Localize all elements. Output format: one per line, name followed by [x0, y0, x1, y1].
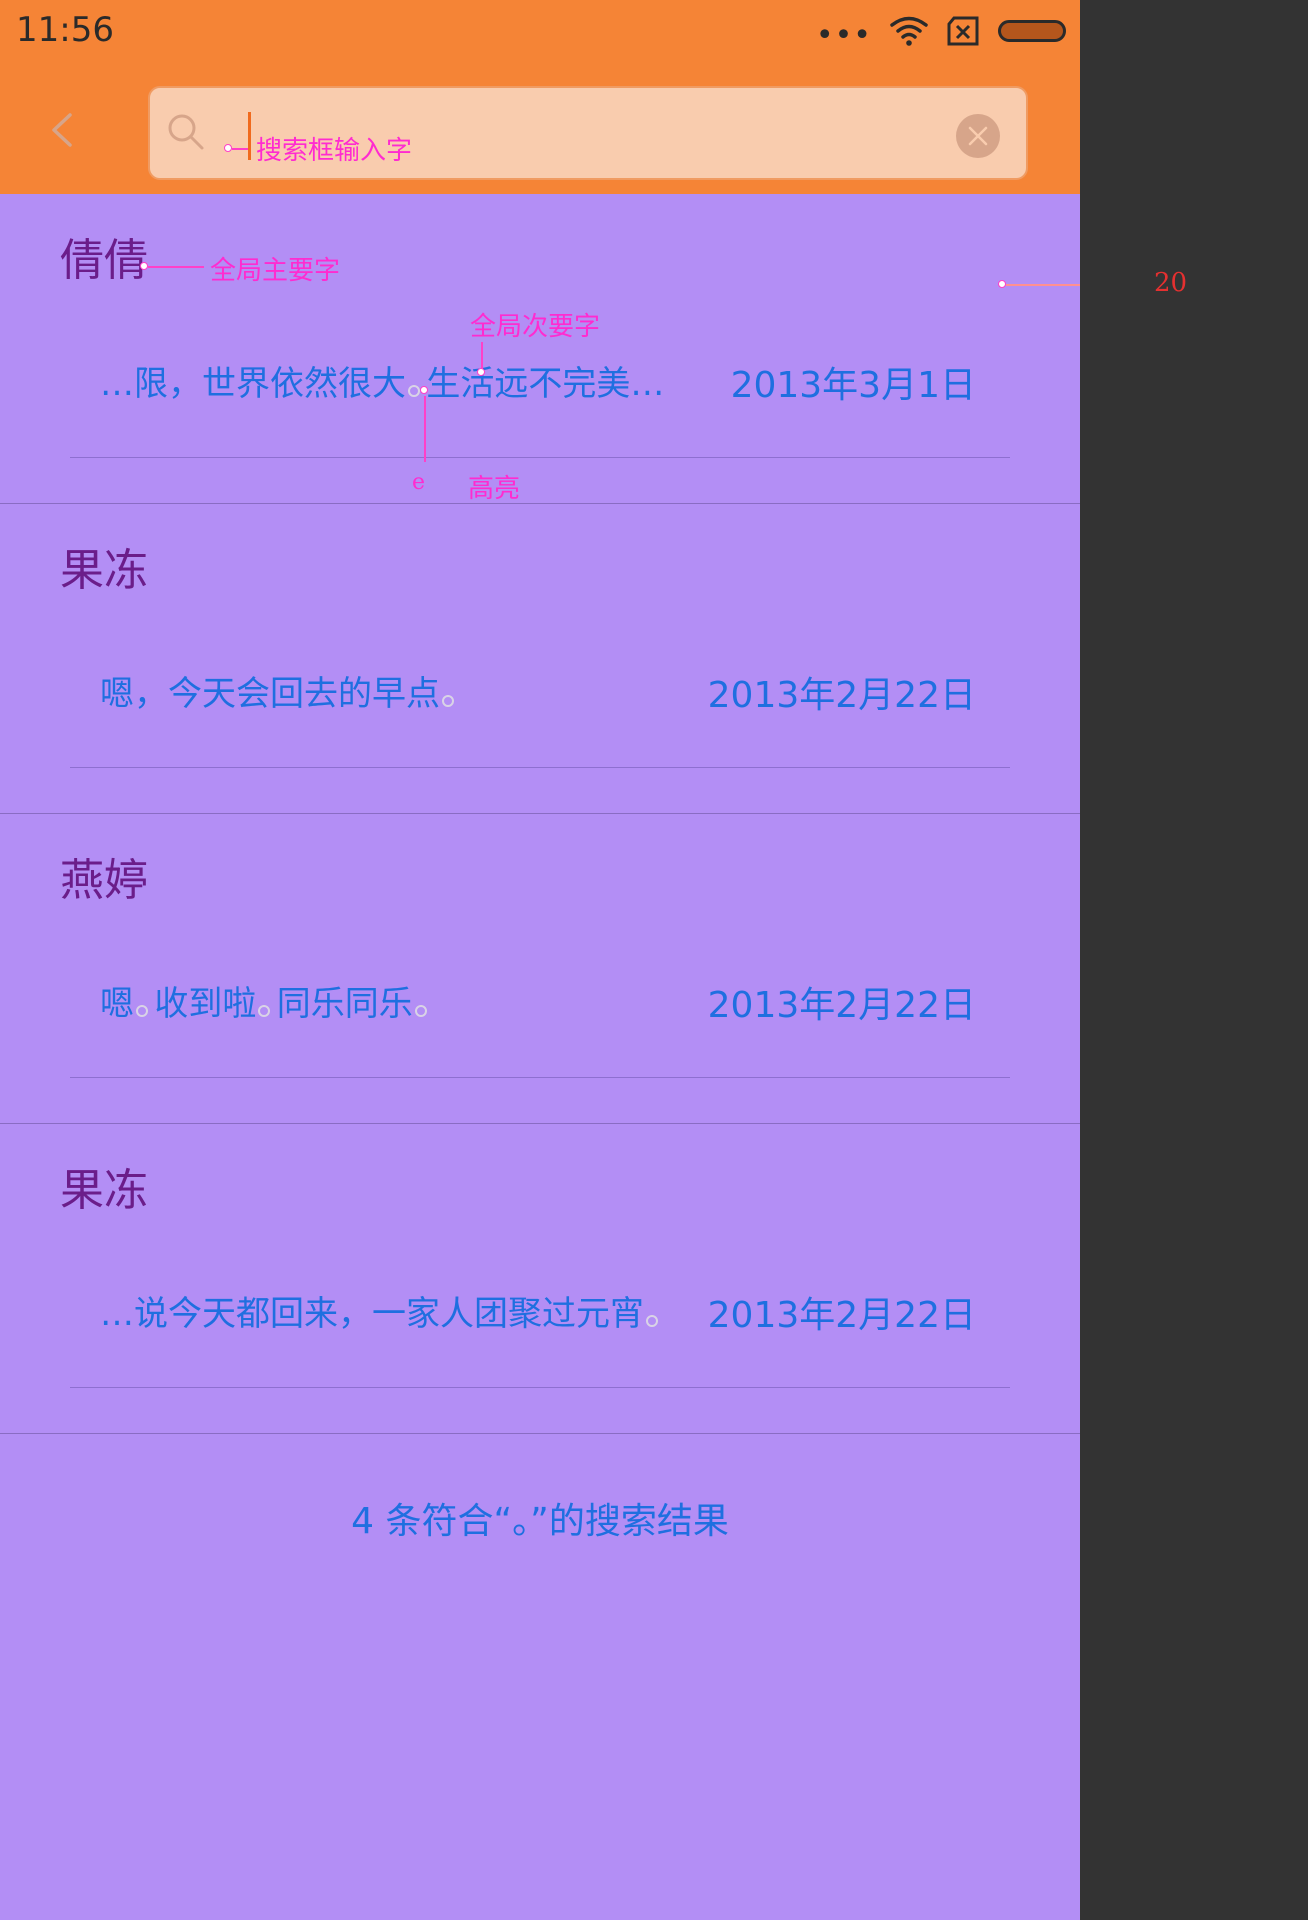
annotation-leader — [1006, 284, 1080, 286]
results-summary: 4 条符合“。”的搜索结果 — [351, 1501, 729, 1542]
message-snippet: 嗯，今天会回去的早点 — [100, 666, 460, 715]
annotation-highlight: 高亮 — [468, 474, 521, 504]
message-date: 2013年3月1日 — [730, 365, 976, 406]
message-snippet: 嗯收到啦 同乐同乐 — [100, 976, 433, 1025]
message-date: 2013年2月22日 — [707, 985, 976, 1026]
annotation-search-input: 搜索框输入字 — [256, 136, 413, 166]
back-chevron-icon[interactable] — [44, 112, 80, 148]
annotation-marker — [140, 262, 148, 270]
annotation-marker — [998, 280, 1006, 288]
divider — [70, 1077, 1010, 1078]
annotation-secondary-text: 全局次要字 — [470, 312, 601, 342]
annotation-primary-text: 全局主要字 — [210, 256, 341, 286]
divider — [70, 1387, 1010, 1388]
list-item[interactable]: 果冻 嗯，今天会回去的早点 2013年2月22日 — [0, 504, 1080, 814]
highlight-mark — [413, 985, 433, 1019]
annotation-marker — [420, 386, 428, 394]
clear-button[interactable] — [956, 114, 1000, 158]
message-date: 2013年2月22日 — [707, 1295, 976, 1336]
text-caret — [248, 112, 251, 160]
message-date: 2013年2月22日 — [707, 675, 976, 716]
snippet-text: …说今天都回来，一家人团聚过元宵 — [100, 1294, 644, 1334]
message-snippet: …限，世界依然很大 生活远不完美… — [100, 356, 664, 405]
annotation-marker — [477, 368, 485, 376]
annotation-leader — [481, 342, 483, 370]
annotation-spacing-value: 20 — [1154, 268, 1188, 298]
snippet-text: 生活远不完美… — [426, 364, 665, 404]
highlight-mark — [440, 675, 460, 709]
annotation-leader — [148, 266, 204, 268]
annotation-marker — [224, 144, 232, 152]
highlight-mark — [256, 985, 276, 1019]
snippet-text: 同乐同乐 — [276, 984, 413, 1024]
annotation-leader — [232, 148, 248, 150]
status-icons: ••• — [815, 14, 1066, 53]
annotation-leader — [424, 396, 426, 462]
divider — [70, 767, 1010, 768]
list-item[interactable]: 倩倩 …限，世界依然很大 生活远不完美… 2013年3月1日 — [0, 194, 1080, 504]
search-icon — [168, 114, 204, 150]
phone-screen: 11:56 ••• 倩倩 …限，世界依然很大 生活远不完美… 2013年3月1日… — [0, 0, 1080, 1920]
contact-name: 燕婷 — [60, 855, 148, 906]
snippet-text: …限，世界依然很大 — [100, 364, 406, 404]
highlight-mark — [134, 985, 154, 1019]
contact-name: 倩倩 — [60, 235, 148, 286]
search-results-list: 倩倩 …限，世界依然很大 生活远不完美… 2013年3月1日 果冻 嗯，今天会回去… — [0, 194, 1080, 1434]
search-header — [0, 62, 1080, 194]
highlight-mark — [644, 1295, 664, 1329]
annotation-highlight-marker: e — [412, 470, 426, 495]
divider — [70, 457, 1010, 458]
list-item[interactable]: 燕婷 嗯收到啦 同乐同乐 2013年2月22日 — [0, 814, 1080, 1124]
close-icon — [968, 126, 988, 146]
more-dots-icon: ••• — [815, 18, 872, 53]
snippet-text: 嗯，今天会回去的早点 — [100, 674, 440, 714]
contact-name: 果冻 — [60, 545, 148, 596]
status-bar: 11:56 ••• — [0, 0, 1080, 62]
status-time: 11:56 — [16, 10, 114, 50]
no-sim-icon — [947, 16, 979, 46]
wifi-icon — [890, 16, 928, 46]
snippet-text: 收到啦 — [154, 984, 257, 1024]
battery-icon — [998, 20, 1066, 42]
contact-name: 果冻 — [60, 1165, 148, 1216]
snippet-text: 嗯 — [100, 984, 134, 1024]
list-item[interactable]: 果冻 …说今天都回来，一家人团聚过元宵 2013年2月22日 — [0, 1124, 1080, 1434]
message-snippet: …说今天都回来，一家人团聚过元宵 — [100, 1286, 664, 1335]
